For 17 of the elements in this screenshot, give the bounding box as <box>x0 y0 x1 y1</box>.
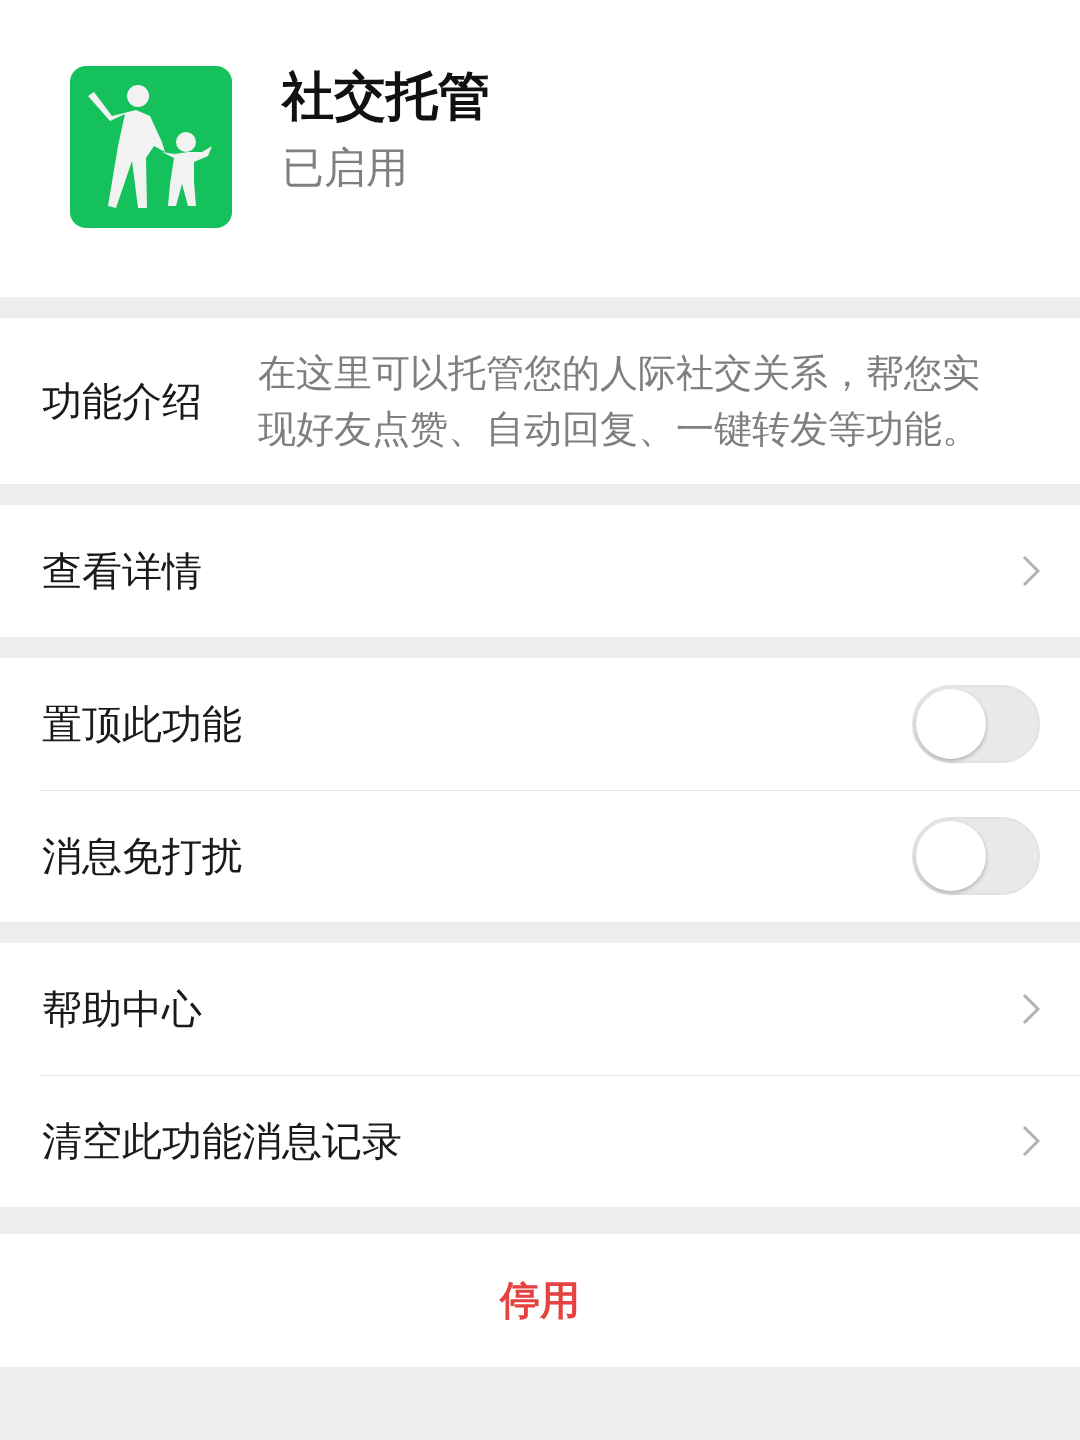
parent-child-icon <box>70 66 232 228</box>
disable-button[interactable]: 停用 <box>0 1234 1080 1367</box>
menu-item[interactable]: 帮助中心 <box>0 943 1080 1075</box>
setting-label: 置顶此功能 <box>42 699 242 749</box>
app-title: 社交托管 <box>282 66 490 126</box>
menu-item[interactable]: 清空此功能消息记录 <box>0 1075 1080 1207</box>
menu-label: 查看详情 <box>42 546 202 596</box>
chevron-right-icon <box>1022 993 1040 1025</box>
chevron-right-icon <box>1022 1125 1040 1157</box>
chevron-right-icon <box>1022 555 1040 587</box>
setting-label: 消息免打扰 <box>42 831 242 881</box>
intro-label: 功能介绍 <box>42 376 202 426</box>
menu-label: 帮助中心 <box>42 984 202 1034</box>
menu-label: 清空此功能消息记录 <box>42 1116 402 1166</box>
intro-text: 在这里可以托管您的人际社交关系，帮您实现好友点赞、自动回复、一键转发等功能。 <box>258 350 981 453</box>
status-text: 已启用 <box>282 142 409 194</box>
menu-item[interactable]: 查看详情 <box>0 505 1080 637</box>
